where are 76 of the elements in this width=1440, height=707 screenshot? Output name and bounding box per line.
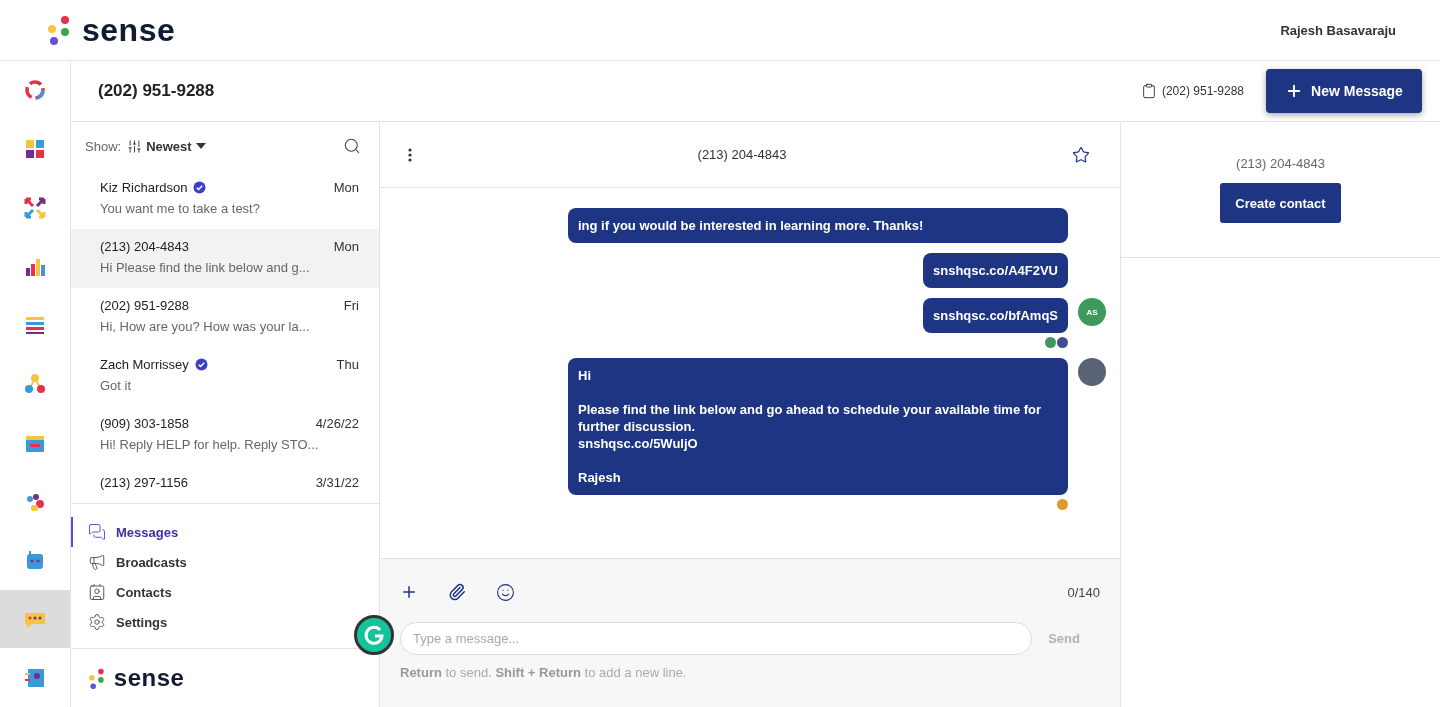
paperclip-icon — [448, 583, 466, 601]
add-button[interactable] — [400, 583, 418, 601]
nav-item[interactable]: Contacts — [71, 577, 180, 607]
arrows-icon — [24, 196, 46, 219]
message-preview: Hi, How are you? How was your la... — [100, 319, 311, 334]
message-preview: Hi Please find the link below and g... — [100, 260, 311, 275]
grid-icon — [24, 138, 46, 161]
contact-name: (213) 204-4843 — [100, 239, 189, 254]
photo-placeholder — [1078, 358, 1106, 386]
message-bubble: snshqsc.co/bfAmqS — [923, 298, 1068, 333]
conversation-item[interactable]: (909) 303-1858 4/26/22 Hi! Reply HELP for help. Reply STO... — [71, 406, 379, 465]
floating-assistant-icon[interactable] — [354, 615, 394, 655]
conversation-item[interactable]: Zach Morrissey Thu Got it — [71, 347, 379, 406]
sort-dropdown[interactable]: Newest — [127, 138, 206, 154]
attach-button[interactable] — [448, 583, 466, 601]
contact-name: (909) 303-1858 — [100, 416, 189, 431]
sliders-icon — [127, 138, 143, 154]
message-preview: You want me to take a test? — [100, 201, 261, 216]
keyboard-hint: Return to send. Shift + Return to add a new line. — [400, 665, 688, 680]
emoji-button[interactable] — [496, 582, 515, 602]
contact-name: (202) 951-9288 — [100, 298, 189, 313]
user-name[interactable]: Rajesh Basavaraju — [1280, 22, 1396, 38]
contact-card-icon — [88, 583, 106, 601]
star-icon — [1072, 145, 1090, 164]
chat-title: (213) 204-4843 — [696, 147, 788, 162]
search-icon — [343, 137, 361, 155]
create-contact-button[interactable]: Create contact — [1220, 183, 1341, 223]
caret-icon — [195, 143, 206, 149]
message-time: 4/26/22 — [315, 416, 359, 431]
conversation-item[interactable]: (213) 297-1156 3/31/22 — [71, 465, 379, 503]
message-time: Fri — [343, 298, 359, 313]
message-time: 3/31/22 — [315, 475, 359, 490]
avatar: AS — [1078, 298, 1106, 326]
network-icon — [24, 373, 46, 396]
conversation-item[interactable]: (202) 951-9288 Fri Hi, How are you? How was your la... — [71, 288, 379, 347]
megaphone-icon — [88, 553, 106, 571]
nav-item[interactable]: Settings — [71, 607, 176, 637]
contact-name: Zach Morrissey — [100, 357, 189, 372]
settings-icon — [88, 613, 106, 631]
profile-card-icon — [24, 666, 46, 689]
more-icon — [408, 147, 412, 162]
message-time: Thu — [336, 357, 359, 372]
message-input[interactable]: Type a message... — [400, 622, 1033, 655]
message-bubble: Hi Please find the link below and go ahead to schedule your available time for further discussion. snshqsc.co/5WuljO Rajesh — [568, 358, 1068, 495]
logo-text: sense — [82, 11, 176, 49]
plus-icon — [400, 583, 418, 601]
message-time: Mon — [333, 180, 359, 195]
list-icon — [24, 314, 46, 337]
contact-name: (213) 297-1156 — [100, 475, 188, 490]
star-button[interactable] — [1072, 145, 1090, 164]
message-time: Mon — [333, 239, 359, 254]
smiley-icon — [496, 582, 515, 602]
character-counter: 0/140 — [1067, 584, 1100, 600]
contact-number: (213) 204-4843 — [1236, 156, 1325, 171]
nav-item[interactable]: Broadcasts — [71, 547, 195, 577]
nav-item[interactable]: Messages — [71, 517, 187, 547]
search-button[interactable] — [343, 137, 361, 155]
message-preview: Hi! Reply HELP for help. Reply STO... — [100, 437, 320, 452]
new-message-button[interactable]: New Message — [1266, 69, 1422, 113]
logo-dots-icon — [89, 667, 106, 689]
conversation-item[interactable]: (213) 204-4843 Mon Hi Please find the link below and g... — [71, 229, 379, 288]
logo-text: sense — [113, 664, 185, 692]
conversation-item[interactable]: Kiz Richardson Mon You want me to take a test? — [71, 170, 379, 229]
show-label: Show: — [85, 138, 122, 154]
line-number: (202) 951-9288 — [1161, 84, 1244, 98]
contact-name: Kiz Richardson — [100, 180, 188, 195]
message-bubble: snshqsc.co/A4F2VU — [923, 253, 1068, 288]
clipboard-icon — [1140, 83, 1157, 99]
page-title: (202) 951-9288 — [98, 81, 215, 101]
ring-icon — [24, 79, 46, 102]
logo-dots-icon — [48, 15, 72, 45]
robot-icon — [24, 549, 46, 572]
message-bubble: ing if you would be interested in learning more. Thanks! — [568, 208, 1068, 243]
chat-bubbles-icon — [88, 523, 106, 541]
more-menu-button[interactable] — [408, 147, 412, 162]
message-preview: Got it — [100, 378, 133, 393]
